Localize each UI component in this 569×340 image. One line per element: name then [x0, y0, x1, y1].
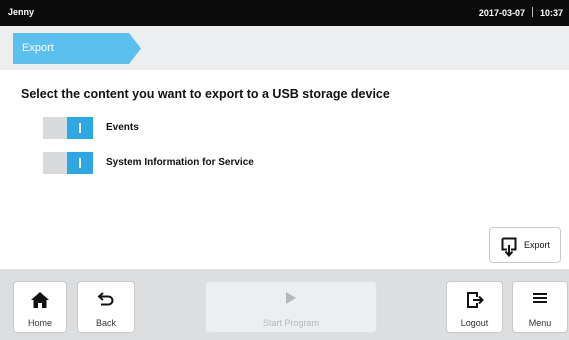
menu-button[interactable]: Menu	[512, 281, 568, 333]
export-panel: Select the content you want to export to…	[13, 75, 568, 269]
menu-label: Menu	[528, 318, 552, 328]
back-label: Back	[95, 318, 116, 328]
logout-icon	[466, 292, 484, 308]
option-label: Events	[106, 122, 139, 133]
back-button[interactable]: Back	[77, 281, 135, 333]
start-program-label: Start Program	[262, 318, 320, 328]
separator	[531, 7, 533, 17]
prompt-text: Select the content you want to export to…	[21, 87, 390, 101]
date-time: 2017-03-07 10:37	[479, 7, 563, 18]
home-label: Home	[27, 318, 52, 328]
hamburger-menu-icon	[533, 293, 547, 303]
user-name: Jenny	[8, 7, 35, 17]
play-icon	[286, 292, 296, 304]
events-toggle[interactable]	[43, 117, 93, 139]
system-information-toggle[interactable]	[43, 152, 93, 174]
start-program-button[interactable]: Start Program	[205, 281, 377, 333]
back-arrow-icon	[97, 292, 114, 306]
toggle-knob	[67, 152, 93, 174]
logout-label: Logout	[460, 318, 489, 328]
usb-export-icon	[501, 237, 517, 257]
status-bar: Jenny 2017-03-07 10:37	[0, 0, 569, 26]
date: 2017-03-07	[478, 8, 525, 18]
home-button[interactable]: Home	[13, 281, 67, 333]
export-button[interactable]: Export	[489, 227, 561, 263]
export-button-label: Export	[524, 240, 551, 250]
option-label: System Information for Service	[106, 157, 254, 168]
logout-button[interactable]: Logout	[446, 281, 503, 333]
breadcrumb-bar: Export	[0, 26, 569, 70]
time: 10:37	[539, 8, 563, 18]
bottom-navigation: Home Back Start Program Logout Menu	[0, 269, 569, 340]
breadcrumb-label: Export	[22, 42, 54, 54]
home-icon	[31, 292, 49, 308]
toggle-knob	[67, 117, 93, 139]
breadcrumb[interactable]: Export	[13, 33, 141, 64]
